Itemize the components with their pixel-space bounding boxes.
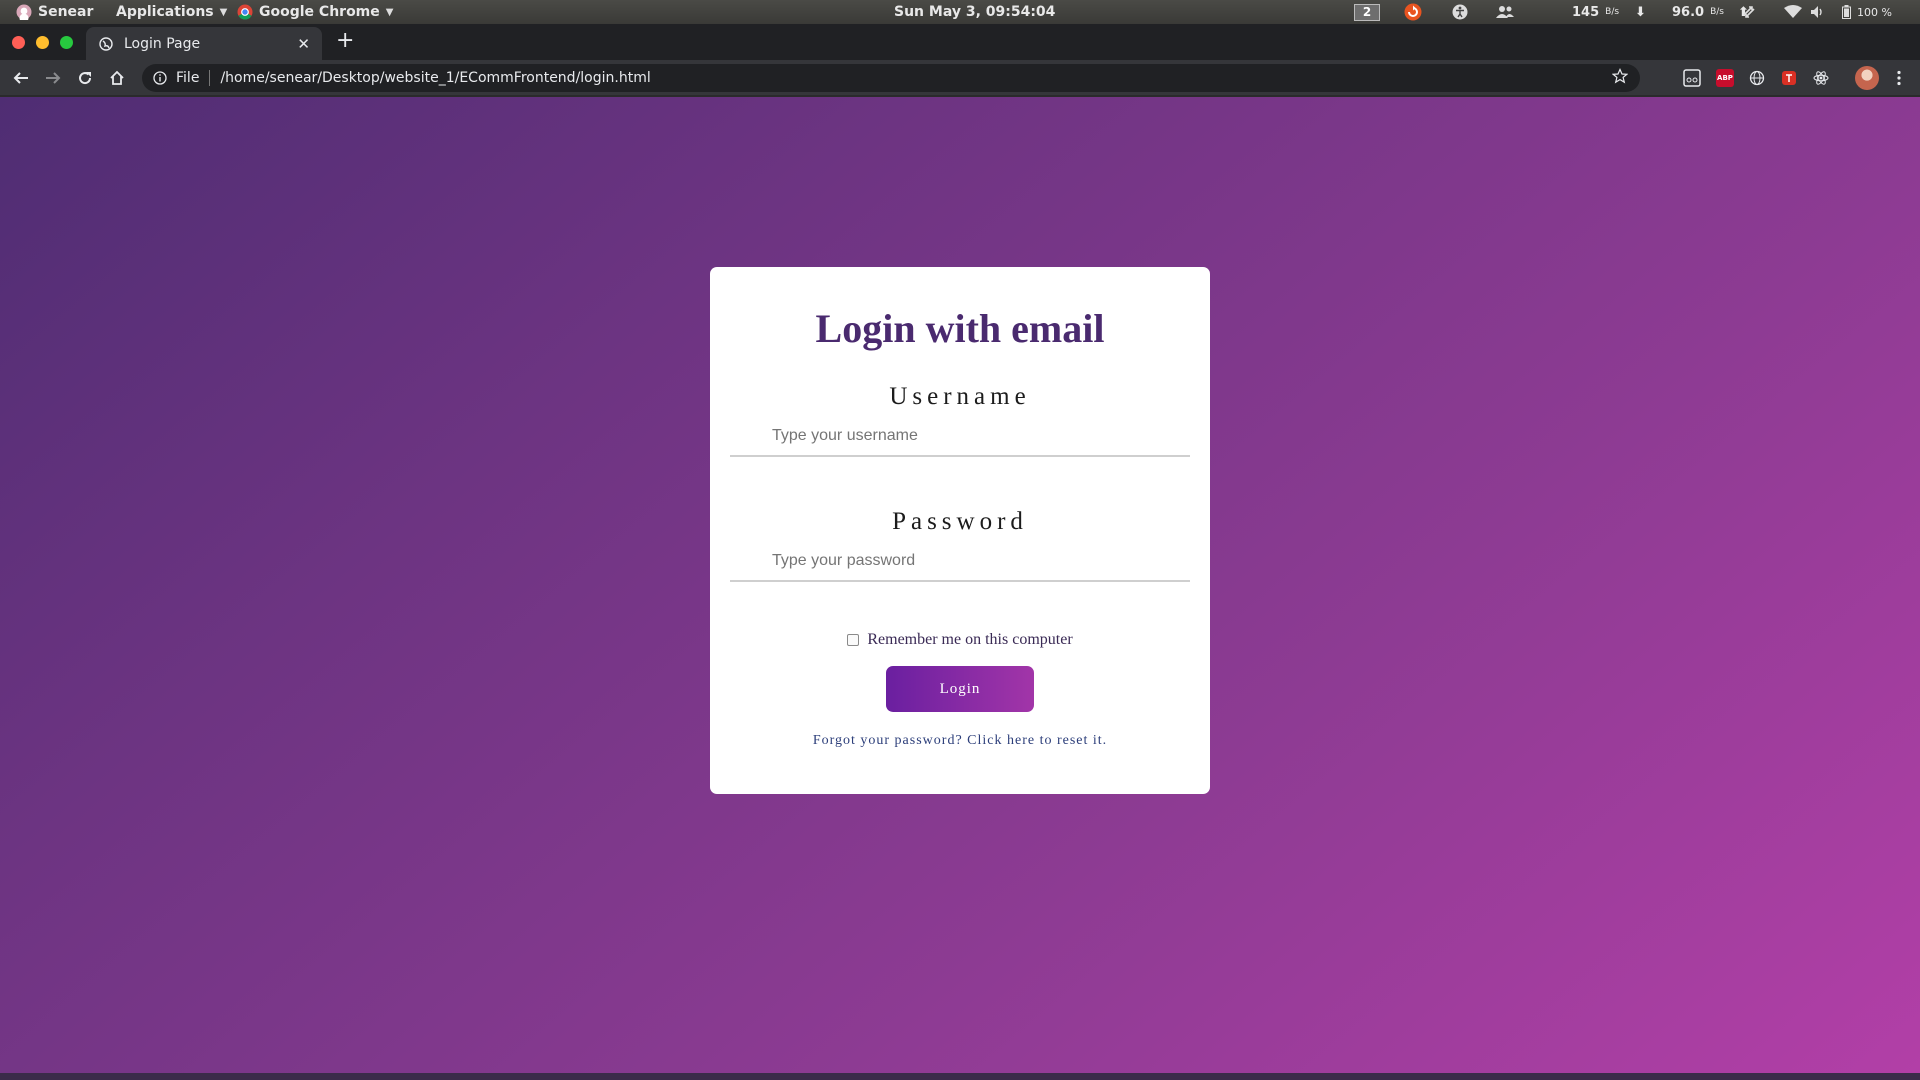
address-bar[interactable]: File /home/senear/Desktop/website_1/ECom… xyxy=(142,64,1640,92)
forgot-password-link[interactable]: Forgot your password? Click here to rese… xyxy=(710,733,1210,749)
login-title: Login with email xyxy=(815,306,1105,351)
extension-react-icon[interactable] xyxy=(1812,69,1830,87)
tab-close-icon[interactable]: ✕ xyxy=(297,35,310,53)
omnibox-divider xyxy=(209,70,211,86)
active-app-label: Google Chrome xyxy=(259,4,380,20)
upload-speed-unit: B/s xyxy=(1710,7,1724,17)
login-button[interactable]: Login xyxy=(886,666,1034,712)
url-text[interactable]: /home/senear/Desktop/website_1/ECommFron… xyxy=(220,70,1612,86)
bottom-edge xyxy=(0,1073,1920,1080)
user-menu[interactable]: Senear xyxy=(16,0,93,24)
wifi-icon[interactable] xyxy=(1784,0,1802,24)
password-input[interactable] xyxy=(730,542,1190,582)
extension-reader-icon[interactable] xyxy=(1683,69,1701,87)
reload-button[interactable] xyxy=(73,66,97,90)
system-top-panel: Senear Applications ▼ Google Chrome ▼ Su… xyxy=(0,0,1920,24)
battery-icon xyxy=(1842,5,1851,19)
forward-button[interactable] xyxy=(41,66,65,90)
remember-me-label[interactable]: Remember me on this computer xyxy=(867,631,1072,649)
info-icon[interactable] xyxy=(152,70,168,86)
tab-title: Login Page xyxy=(124,35,201,52)
battery-label: 100 % xyxy=(1857,5,1892,19)
password-label: Password xyxy=(892,508,1028,535)
volume-icon[interactable] xyxy=(1810,0,1826,24)
download-speed: 145 B/s ⬇ xyxy=(1572,0,1646,24)
window-maximize-button[interactable] xyxy=(60,36,73,49)
accessibility-icon[interactable] xyxy=(1452,0,1468,24)
network-transfer-icon[interactable] xyxy=(1742,0,1756,24)
people-icon[interactable] xyxy=(1496,0,1514,24)
applications-menu[interactable]: Applications ▼ xyxy=(116,0,227,24)
browser-tab-strip: Login Page ✕ + xyxy=(0,24,1920,60)
new-tab-button[interactable]: + xyxy=(336,28,354,53)
remember-me-row: Remember me on this computer xyxy=(710,629,1210,651)
clock[interactable]: Sun May 3, 09:54:04 xyxy=(894,0,1055,24)
browser-toolbar: File /home/senear/Desktop/website_1/ECom… xyxy=(0,60,1920,96)
login-card: Login with email Username Password Remem… xyxy=(710,267,1210,794)
arrow-left-icon xyxy=(13,72,28,84)
workspace-indicator[interactable]: 2 xyxy=(1354,0,1380,24)
workspace-number: 2 xyxy=(1354,3,1380,21)
page-viewport: Login with email Username Password Remem… xyxy=(0,97,1920,1073)
arrow-down-icon: ⬇ xyxy=(1635,4,1646,20)
window-minimize-button[interactable] xyxy=(36,36,49,49)
arrow-right-icon xyxy=(46,72,61,84)
tab-login-page[interactable]: Login Page ✕ xyxy=(86,27,322,60)
extension-globe-icon[interactable] xyxy=(1748,69,1766,87)
username-label: Username xyxy=(889,383,1031,410)
browser-menu-icon[interactable] xyxy=(1890,69,1908,87)
url-scheme-label: File xyxy=(176,70,200,86)
extension-translate-icon[interactable] xyxy=(1780,69,1798,87)
user-avatar-icon xyxy=(16,4,32,20)
adblock-plus-icon[interactable]: ABP xyxy=(1716,69,1734,87)
window-close-button[interactable] xyxy=(12,36,25,49)
upload-speed: 96.0 B/s ⬆ xyxy=(1672,0,1749,24)
remember-me-checkbox[interactable] xyxy=(847,634,860,646)
upload-speed-value: 96.0 xyxy=(1672,4,1705,20)
update-icon[interactable] xyxy=(1404,0,1422,24)
back-button[interactable] xyxy=(9,66,33,90)
chrome-icon xyxy=(237,4,253,20)
download-speed-unit: B/s xyxy=(1605,7,1620,17)
home-button[interactable] xyxy=(105,66,129,90)
reload-icon xyxy=(79,72,92,85)
battery-indicator[interactable]: 100 % xyxy=(1842,0,1892,24)
user-name: Senear xyxy=(38,4,94,20)
profile-avatar[interactable] xyxy=(1855,66,1879,90)
caret-down-icon: ▼ xyxy=(385,6,394,18)
download-speed-value: 145 xyxy=(1572,4,1600,20)
applications-label: Applications xyxy=(116,4,214,20)
home-icon xyxy=(110,70,124,85)
globe-icon xyxy=(98,36,114,52)
caret-down-icon: ▼ xyxy=(219,6,228,18)
active-app-menu[interactable]: Google Chrome ▼ xyxy=(237,0,393,24)
bookmark-star-icon[interactable] xyxy=(1611,68,1629,88)
username-input[interactable] xyxy=(730,417,1190,457)
